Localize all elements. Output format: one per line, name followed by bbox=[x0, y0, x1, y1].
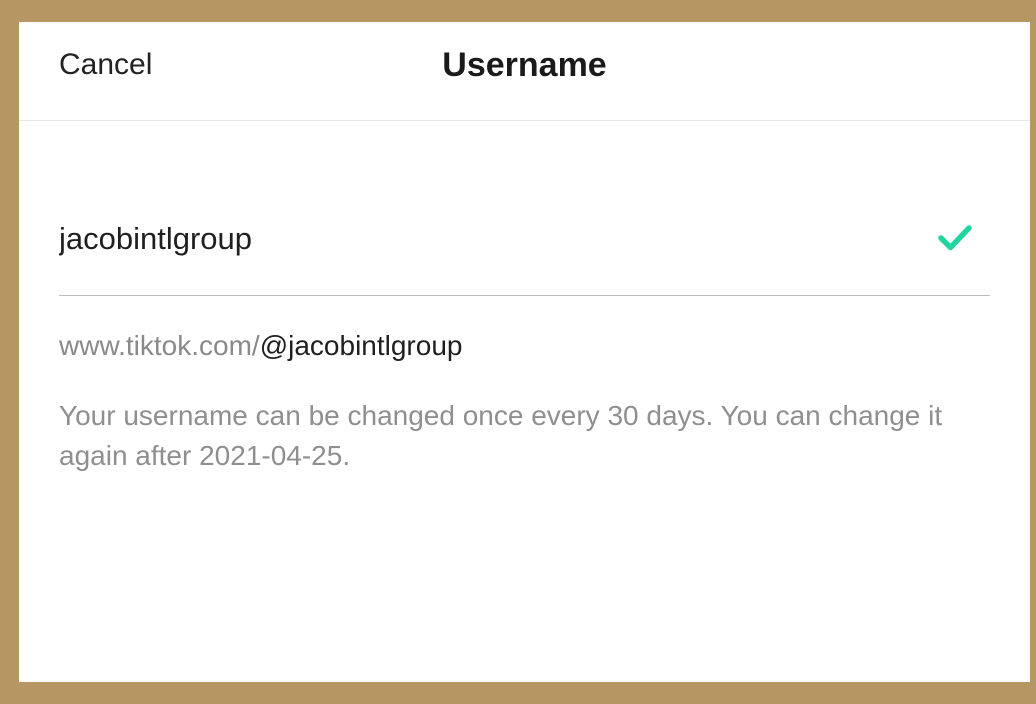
profile-url-handle: @jacobintlgroup bbox=[259, 330, 463, 361]
username-change-notice: Your username can be changed once every … bbox=[59, 400, 943, 471]
profile-url: www.tiktok.com/@jacobintlgroup bbox=[59, 330, 462, 362]
username-input[interactable] bbox=[59, 217, 919, 261]
username-edit-screen: Cancel Username www.tiktok.com/@jacobint… bbox=[19, 22, 1030, 682]
top-navigation-bar: Cancel Username bbox=[19, 22, 1030, 121]
check-icon bbox=[938, 225, 972, 251]
page-title: Username bbox=[442, 46, 607, 84]
profile-url-prefix: www.tiktok.com/ bbox=[59, 330, 260, 361]
username-field-row bbox=[59, 217, 990, 296]
